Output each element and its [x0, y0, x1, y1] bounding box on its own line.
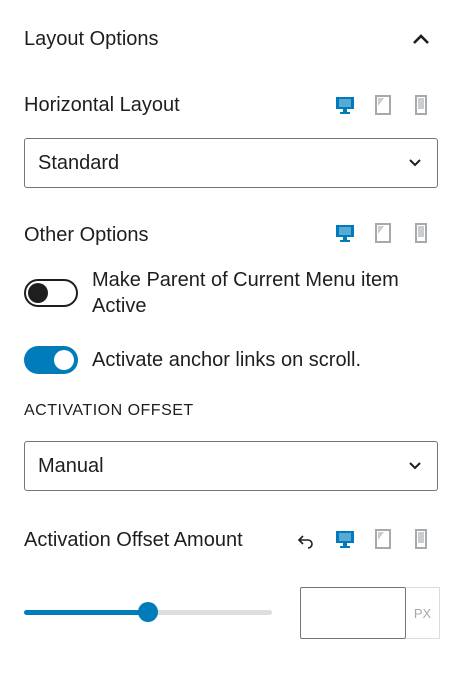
- other-options-device-switcher: [326, 220, 440, 246]
- other-options-label: Other Options: [24, 224, 149, 246]
- horizontal-layout-select[interactable]: Standard: [24, 138, 438, 188]
- activation-offset-select[interactable]: Manual: [24, 441, 438, 491]
- mobile-icon: [415, 529, 427, 549]
- mobile-device-button[interactable]: [402, 92, 440, 118]
- desktop-device-button[interactable]: [326, 92, 364, 118]
- desktop-icon: [336, 531, 354, 548]
- mobile-icon: [415, 223, 427, 243]
- desktop-icon: [336, 225, 354, 242]
- mobile-device-button[interactable]: [402, 220, 440, 246]
- tablet-icon: [375, 95, 391, 115]
- offset-slider-thumb[interactable]: [138, 602, 158, 622]
- offset-amount-input[interactable]: [300, 587, 406, 639]
- mobile-icon: [415, 95, 427, 115]
- chevron-down-icon: [409, 462, 421, 470]
- offset-slider-fill: [24, 610, 148, 615]
- tablet-device-button[interactable]: [364, 220, 402, 246]
- tablet-icon: [375, 529, 391, 549]
- anchor-links-label: Activate anchor links on scroll.: [92, 349, 362, 371]
- reset-button[interactable]: [294, 528, 318, 554]
- activation-offset-value: Manual: [38, 454, 104, 477]
- tablet-icon: [375, 223, 391, 243]
- toggle-knob: [28, 283, 48, 303]
- offset-slider-track[interactable]: [24, 602, 272, 622]
- offset-amount-label: Activation Offset Amount: [24, 529, 243, 551]
- horizontal-layout-label: Horizontal Layout: [24, 94, 180, 116]
- toggle-knob: [54, 350, 74, 370]
- collapse-button[interactable]: [406, 24, 436, 54]
- reset-icon: [297, 535, 313, 549]
- desktop-icon: [336, 97, 354, 114]
- horizontal-layout-device-switcher: [326, 92, 440, 118]
- chevron-up-icon: [413, 34, 429, 44]
- activation-offset-label: ACTIVATION OFFSET: [24, 402, 194, 419]
- parent-active-label: Make Parent of Current Menu item Active: [92, 269, 399, 317]
- offset-amount-device-switcher: [326, 526, 440, 552]
- parent-active-toggle[interactable]: [24, 279, 78, 307]
- tablet-device-button[interactable]: [364, 92, 402, 118]
- panel-title: Layout Options: [24, 28, 159, 50]
- desktop-device-button[interactable]: [326, 220, 364, 246]
- tablet-device-button[interactable]: [364, 526, 402, 552]
- chevron-down-icon: [409, 159, 421, 167]
- horizontal-layout-value: Standard: [38, 151, 120, 174]
- unit-selector[interactable]: PX: [406, 587, 440, 639]
- desktop-device-button[interactable]: [326, 526, 364, 552]
- anchor-links-toggle[interactable]: [24, 346, 78, 374]
- mobile-device-button[interactable]: [402, 526, 440, 552]
